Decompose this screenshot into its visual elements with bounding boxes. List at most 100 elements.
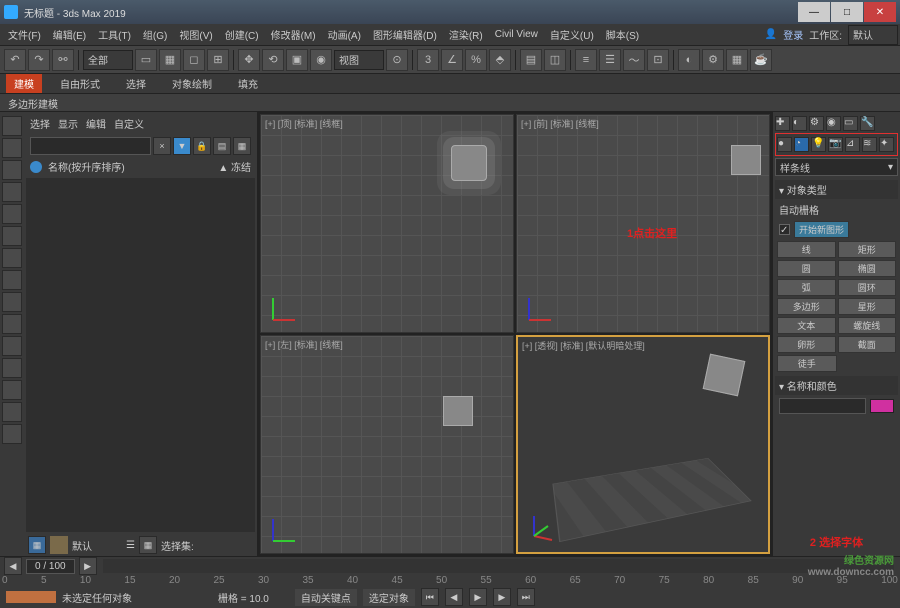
schematic-button[interactable]: ⊡ — [647, 49, 669, 71]
time-slider[interactable] — [103, 559, 894, 573]
space-icon[interactable] — [2, 226, 22, 246]
lights-cat-icon[interactable]: 💡 — [811, 137, 826, 152]
btn-donut[interactable]: 圆环 — [838, 279, 897, 296]
btn-circle[interactable]: 圆 — [777, 260, 836, 277]
btn-ellipse[interactable]: 椭圆 — [838, 260, 897, 277]
viewport-layout-icon[interactable]: ▦ — [28, 536, 46, 554]
viewport-perspective[interactable]: [+] [透视] [标准] [默认明暗处理] — [516, 335, 770, 554]
ribbon-tab-objectpaint[interactable]: 对象绘制 — [164, 74, 220, 93]
group-icon[interactable] — [2, 270, 22, 290]
shapes-cat-icon[interactable]: ◔ — [794, 137, 809, 152]
login-link[interactable]: 登录 — [783, 27, 803, 42]
newshape-checkbox[interactable]: ✓ — [779, 224, 790, 235]
select-name-button[interactable]: ▦ — [159, 49, 181, 71]
hide-icon[interactable] — [2, 336, 22, 356]
camera-icon[interactable] — [2, 182, 22, 202]
minimize-button[interactable]: — — [798, 2, 830, 22]
name-column-header[interactable]: 名称(按升序排序) — [48, 159, 125, 174]
motion-tab-icon[interactable]: ◉ — [826, 116, 841, 131]
systems-cat-icon[interactable]: ✦ — [879, 137, 894, 152]
selection-filter[interactable]: 全部 — [83, 50, 133, 70]
workspace-dropdown[interactable]: 默认 — [848, 25, 898, 45]
snap-button[interactable]: 3 — [417, 49, 439, 71]
view-icon[interactable]: ▤ — [213, 137, 231, 155]
color-swatch[interactable] — [50, 536, 68, 554]
rotate-button[interactable]: ⟲ — [262, 49, 284, 71]
menu-animation[interactable]: 动画(A) — [322, 25, 367, 44]
angle-snap-button[interactable]: ∠ — [441, 49, 463, 71]
play-end-button[interactable]: ⏭ — [517, 588, 535, 606]
time-prev-button[interactable]: ◀ — [4, 557, 22, 575]
lp-tab-display[interactable]: 显示 — [58, 116, 78, 131]
filter-icon[interactable]: ▼ — [173, 137, 191, 155]
render-frame-button[interactable]: ▦ — [726, 49, 748, 71]
render-button[interactable]: ☕ — [750, 49, 772, 71]
btn-freehand[interactable]: 徒手 — [777, 355, 837, 372]
display-icon[interactable] — [2, 380, 22, 400]
lock-icon[interactable]: 🔒 — [193, 137, 211, 155]
menu-create[interactable]: 创建(C) — [219, 25, 265, 44]
btn-arc[interactable]: 弧 — [777, 279, 836, 296]
layer-explorer-icon[interactable] — [2, 138, 22, 158]
move-button[interactable]: ✥ — [238, 49, 260, 71]
named-sel-button[interactable]: ▤ — [520, 49, 542, 71]
scene-search-input[interactable] — [30, 137, 151, 155]
selset-icon[interactable]: ▦ — [139, 536, 157, 554]
helper-icon[interactable] — [2, 204, 22, 224]
viewport-left[interactable]: [+] [左] [标准] [线框] — [260, 335, 514, 554]
bone-icon[interactable] — [2, 248, 22, 268]
undo-button[interactable]: ↶ — [4, 49, 26, 71]
viewport-front[interactable]: [+] [前] [标准] [线框] 1点击这里 — [516, 114, 770, 333]
vp-top-label[interactable]: [+] [顶] [标准] [线框] — [265, 117, 343, 130]
rollout-header-objtype[interactable]: ▾ 对象类型 — [775, 180, 898, 199]
object-name-input[interactable] — [779, 398, 866, 414]
rollout-header-namecolor[interactable]: ▾ 名称和颜色 — [775, 376, 898, 395]
lp-tab-edit[interactable]: 编辑 — [86, 116, 106, 131]
align-button[interactable]: ≡ — [575, 49, 597, 71]
newshape-button[interactable]: 开始新图形 — [794, 221, 849, 238]
menu-customize[interactable]: 自定义(U) — [544, 25, 600, 44]
menu-render[interactable]: 渲染(R) — [443, 25, 489, 44]
btn-helix[interactable]: 螺旋线 — [838, 317, 897, 334]
material-editor-button[interactable]: ◐ — [678, 49, 700, 71]
create-tab-icon[interactable]: ✚ — [775, 116, 790, 131]
ribbon-tab-populate[interactable]: 填充 — [230, 74, 266, 93]
window-crossing-button[interactable]: ⊞ — [207, 49, 229, 71]
curve-editor-button[interactable]: 〜 — [623, 49, 645, 71]
geometry-cat-icon[interactable]: ● — [777, 137, 792, 152]
menu-modifiers[interactable]: 修改器(M) — [265, 25, 322, 44]
play-next-button[interactable]: ▶ — [493, 588, 511, 606]
layers-stack-icon[interactable]: ☰ — [126, 540, 135, 551]
play-button[interactable]: ▶ — [469, 588, 487, 606]
menu-scripts[interactable]: 脚本(S) — [600, 25, 645, 44]
lp-tab-customize[interactable]: 自定义 — [114, 116, 144, 131]
btn-ngon[interactable]: 多边形 — [777, 298, 836, 315]
btn-line[interactable]: 线 — [777, 241, 836, 258]
menu-grapheditors[interactable]: 图形编辑器(D) — [367, 25, 443, 44]
lp-tab-select[interactable]: 选择 — [30, 116, 50, 131]
ribbon-tab-selection[interactable]: 选择 — [118, 74, 154, 93]
menu-group[interactable]: 组(G) — [137, 25, 173, 44]
refcoord-dropdown[interactable]: 视图 — [334, 50, 384, 70]
redo-button[interactable]: ↷ — [28, 49, 50, 71]
misc2-icon[interactable] — [2, 424, 22, 444]
ribbon-tab-freeform[interactable]: 自由形式 — [52, 74, 108, 93]
rect-select-button[interactable]: ◻ — [183, 49, 205, 71]
hierarchy-tab-icon[interactable]: ⚙ — [809, 116, 824, 131]
freeze-column-header[interactable]: ▲ 冻结 — [218, 159, 251, 174]
pivot-button[interactable]: ⊙ — [386, 49, 408, 71]
light-icon[interactable] — [2, 160, 22, 180]
btn-rectangle[interactable]: 矩形 — [838, 241, 897, 258]
autokey-button[interactable]: 自动关键点 — [295, 589, 357, 606]
display-tab-icon[interactable]: ▭ — [843, 116, 858, 131]
spacewarps-cat-icon[interactable]: ≋ — [862, 137, 877, 152]
scene-object-list[interactable] — [26, 178, 255, 532]
btn-section[interactable]: 截面 — [838, 336, 897, 353]
menu-file[interactable]: 文件(F) — [2, 25, 47, 44]
misc-icon[interactable] — [2, 402, 22, 422]
utilities-tab-icon[interactable]: 🔧 — [860, 116, 875, 131]
vp-persp-label[interactable]: [+] [透视] [标准] [默认明暗处理] — [522, 339, 645, 352]
vp-left-label[interactable]: [+] [左] [标准] [线框] — [265, 338, 343, 351]
viewport-top[interactable]: [+] [顶] [标准] [线框] — [260, 114, 514, 333]
clear-search-icon[interactable]: × — [153, 137, 171, 155]
